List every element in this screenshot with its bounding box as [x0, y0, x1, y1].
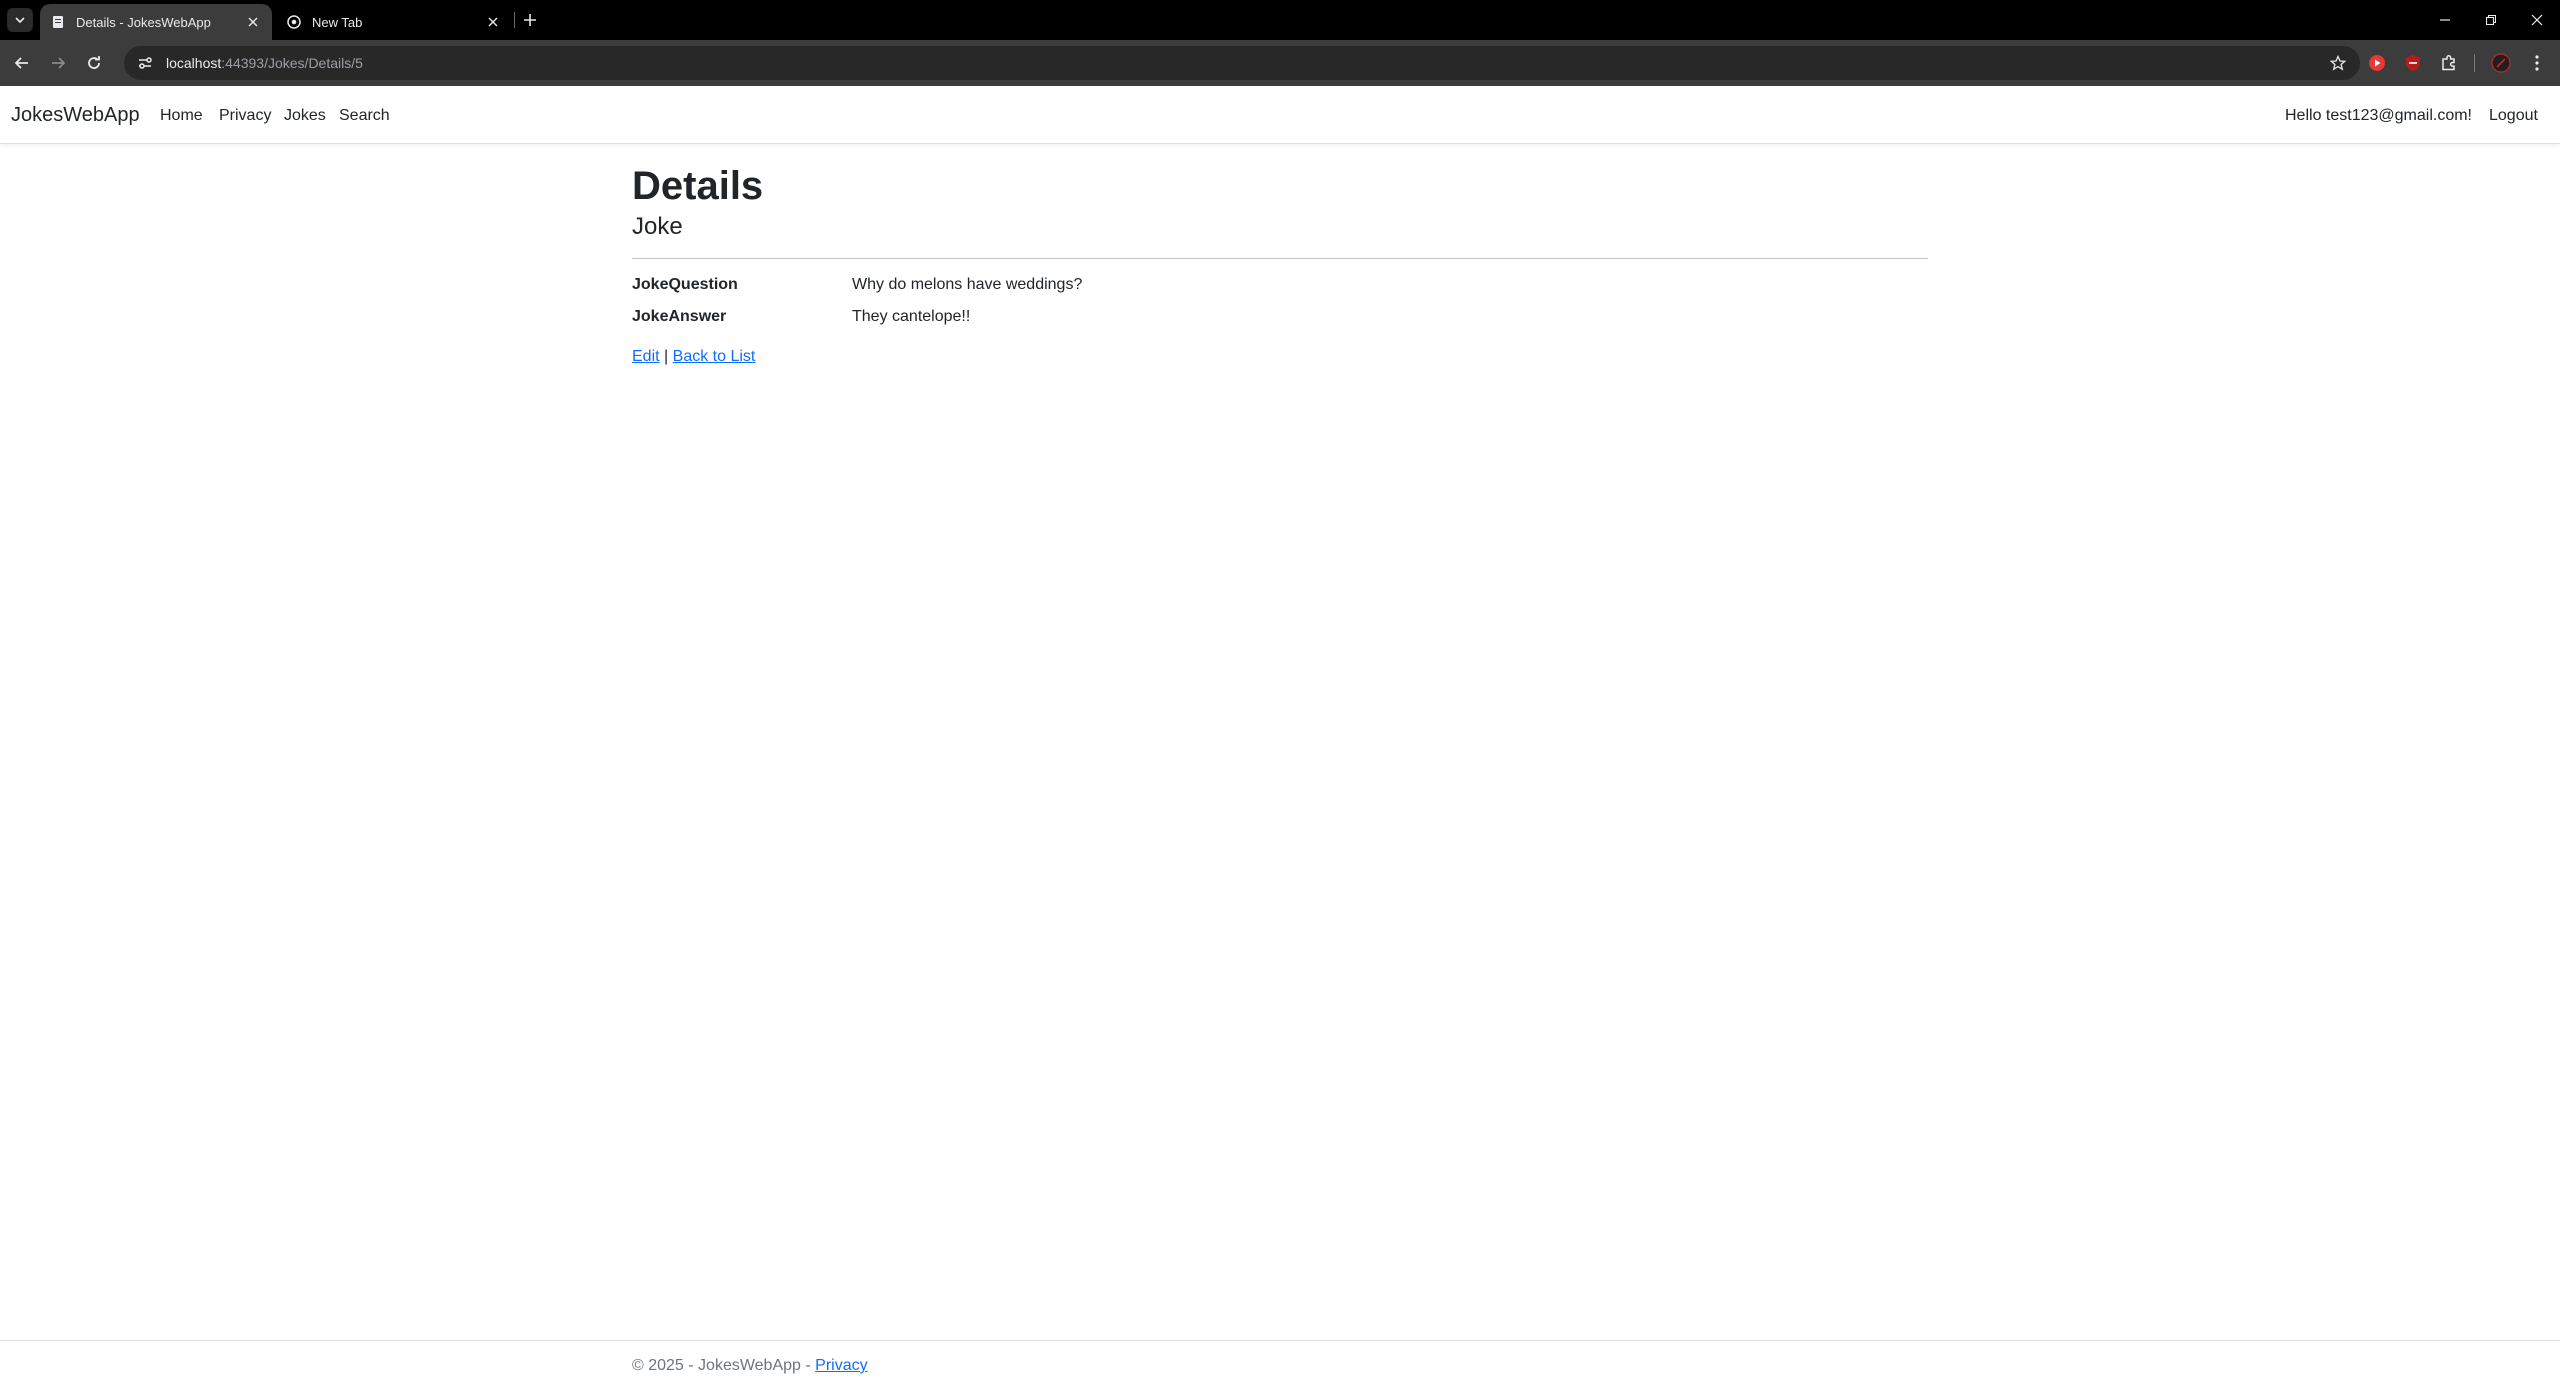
close-icon[interactable] — [484, 13, 502, 31]
site-info-icon[interactable] — [134, 52, 156, 74]
ublock-extension-icon[interactable] — [2402, 52, 2424, 74]
restore-button[interactable] — [2468, 0, 2514, 40]
field-value: They cantelope!! — [852, 307, 971, 325]
arrow-left-icon — [14, 57, 28, 69]
forward-button[interactable] — [44, 49, 72, 77]
footer-copyright: © 2025 - JokesWebApp - — [632, 1357, 816, 1374]
tab-new-tab[interactable]: New Tab — [276, 4, 512, 40]
field-label: JokeQuestion — [632, 275, 738, 293]
address-bar[interactable]: localhost:44393/Jokes/Details/5 — [124, 46, 2360, 80]
site-brand-link[interactable]: JokesWebApp — [11, 104, 140, 127]
minimize-button[interactable] — [2422, 0, 2468, 40]
divider — [632, 257, 1928, 259]
url-path: :44393/Jokes/Details/5 — [221, 55, 363, 71]
plus-icon — [524, 14, 536, 26]
link-separator: | — [664, 347, 669, 365]
profile-avatar-icon[interactable] — [2490, 52, 2512, 74]
toolbar-divider — [2474, 54, 2475, 72]
tab-search-button[interactable] — [7, 8, 33, 32]
field-value: Why do melons have weddings? — [852, 275, 1083, 293]
browser-toolbar: localhost:44393/Jokes/Details/5 — [0, 40, 2560, 86]
footer-text: © 2025 - JokesWebApp - Privacy — [632, 1357, 868, 1375]
field-label: JokeAnswer — [632, 307, 727, 325]
page-viewport: JokesWebApp Home Privacy Jokes Search He… — [0, 86, 2560, 1400]
address-url[interactable]: localhost:44393/Jokes/Details/5 — [166, 55, 363, 71]
restore-icon — [2486, 15, 2496, 25]
more-menu-icon[interactable] — [2526, 52, 2548, 74]
youtube-extension-icon[interactable] — [2366, 52, 2388, 74]
extensions-puzzle-icon[interactable] — [2438, 52, 2460, 74]
tab-title: New Tab — [312, 14, 363, 30]
arrow-right-icon — [52, 57, 66, 69]
nav-home-link[interactable]: Home — [160, 107, 203, 125]
close-icon[interactable] — [244, 13, 262, 31]
reload-button[interactable] — [80, 49, 108, 77]
close-icon — [2531, 14, 2543, 26]
window-close-button[interactable] — [2514, 0, 2560, 40]
action-links: Edit | Back to List — [632, 348, 1928, 366]
entity-subtitle: Joke — [632, 213, 683, 240]
page-icon — [50, 14, 66, 30]
tab-title: Details - JokesWebApp — [76, 14, 211, 30]
back-to-list-link[interactable]: Back to List — [673, 348, 756, 365]
url-host: localhost — [166, 55, 222, 71]
site-footer: © 2025 - JokesWebApp - Privacy — [0, 1340, 2560, 1400]
chevron-down-icon — [15, 17, 25, 24]
tab-divider — [514, 12, 515, 28]
nav-privacy-link[interactable]: Privacy — [219, 107, 271, 125]
nav-search-link[interactable]: Search — [339, 107, 390, 125]
edit-link[interactable]: Edit — [632, 348, 660, 365]
main-content: Details Joke JokeQuestion Why do melons … — [632, 162, 1928, 366]
chrome-icon — [286, 14, 302, 30]
back-button[interactable] — [8, 49, 36, 77]
logout-button[interactable]: Logout — [2489, 107, 2538, 125]
minimize-icon — [2440, 19, 2450, 21]
browser-tab-bar: Details - JokesWebApp New Tab — [0, 0, 2560, 40]
user-greeting-link[interactable]: Hello test123@gmail.com! — [2285, 107, 2472, 125]
bookmark-star-icon[interactable] — [2328, 53, 2348, 73]
page-title: Details — [632, 164, 764, 208]
tab-details[interactable]: Details - JokesWebApp — [40, 4, 272, 40]
detail-row-question: JokeQuestion Why do melons have weddings… — [632, 276, 1928, 308]
new-tab-button[interactable] — [518, 8, 542, 32]
nav-jokes-link[interactable]: Jokes — [284, 107, 326, 125]
site-navbar: JokesWebApp Home Privacy Jokes Search He… — [0, 86, 2560, 144]
detail-row-answer: JokeAnswer They cantelope!! — [632, 308, 1928, 340]
reload-icon — [88, 56, 100, 69]
footer-privacy-link[interactable]: Privacy — [815, 1357, 867, 1374]
details-list: JokeQuestion Why do melons have weddings… — [632, 276, 1928, 340]
